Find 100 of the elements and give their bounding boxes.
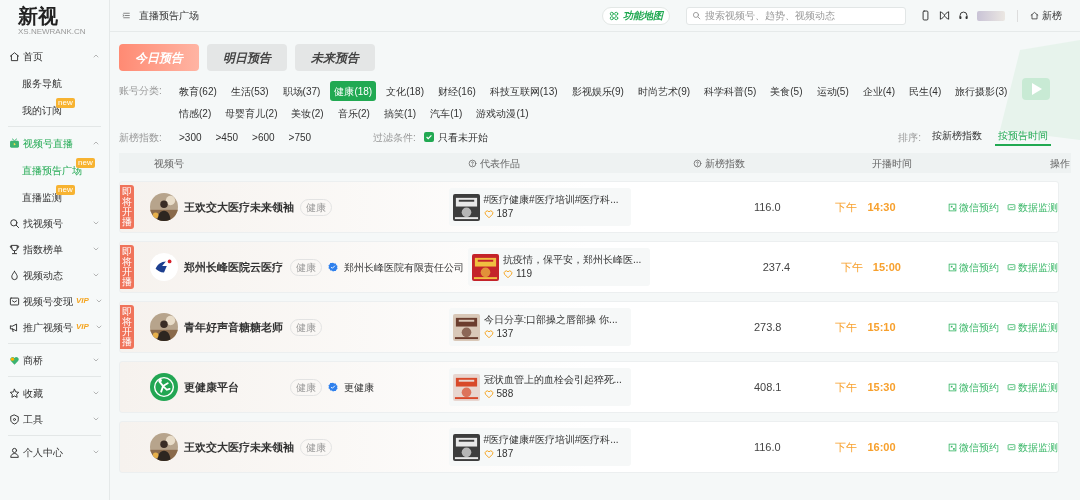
category-chip[interactable]: 科技互联网(13)	[485, 81, 562, 101]
category-chip[interactable]: 企业(4)	[858, 81, 899, 101]
chevron-down-icon	[92, 271, 100, 279]
logo-subtitle: XS.NEWRANK.CN	[18, 26, 86, 36]
category-chip[interactable]: 旅行摄影(3)	[951, 81, 1012, 101]
category-chip[interactable]: 文化(18)	[382, 81, 428, 101]
work-card[interactable]: #医疗健康#医疗培训#医疗科... 187	[448, 188, 631, 226]
chevron-down-icon	[94, 297, 103, 305]
work-card[interactable]: 今日分享:口部操之唇部操 你... 137	[448, 308, 631, 346]
chart-icon	[1007, 262, 1016, 272]
avatar-image	[977, 10, 1005, 21]
sidebar-item[interactable]: 推广视频号 VIP	[8, 314, 101, 340]
category-chip[interactable]: 美食(5)	[766, 81, 807, 101]
phone-icon	[920, 10, 931, 21]
heart-icon	[483, 328, 494, 339]
column-header: 视频号	[154, 156, 184, 171]
work-card[interactable]: #医疗健康#医疗培训#医疗科... 187	[448, 428, 631, 466]
category-chip[interactable]: 运动(5)	[812, 81, 853, 101]
grid-icon	[609, 10, 619, 21]
index-chip[interactable]: >450	[211, 127, 243, 147]
category-chip[interactable]: 母婴育儿(2)	[221, 103, 282, 123]
index-chip[interactable]: >300	[175, 127, 206, 147]
qr-code-icon	[948, 442, 957, 452]
index-value: 408.1	[753, 380, 782, 393]
sidebar-subitem[interactable]: 服务导航	[22, 76, 62, 91]
time-period: 下午	[835, 379, 858, 395]
category-chip[interactable]: 教育(62)	[175, 81, 221, 101]
checkbox[interactable]	[423, 132, 434, 142]
house-icon	[9, 50, 20, 62]
sidebar-item[interactable]: 视频动态	[8, 262, 101, 288]
verified-icon	[328, 382, 338, 392]
heart-icon	[503, 268, 513, 279]
category-chip[interactable]: 汽车(1)	[426, 103, 467, 123]
start-time: 15:30	[867, 379, 896, 395]
index-value: 237.4	[762, 260, 791, 273]
work-card[interactable]: 抗疫情，保平安，郑州长峰医... 119	[468, 248, 650, 286]
category-chip[interactable]: 财经(16)	[434, 81, 480, 101]
chevron-down-icon	[92, 448, 100, 456]
work-title: 抗疫情，保平安，郑州长峰医...	[503, 253, 642, 266]
checkbox-label: 只看未开始	[437, 130, 488, 145]
sidebar-item[interactable]: 视频号变现 VIP	[8, 288, 101, 314]
category-chip[interactable]: 情感(2)	[175, 103, 216, 123]
category-chip[interactable]: 生活(53)	[226, 81, 273, 101]
status-badge: 即将开播	[120, 245, 134, 289]
chevron-up-icon	[92, 52, 100, 60]
megaphone-icon	[9, 321, 20, 333]
vip-label: VIP	[76, 321, 89, 333]
category-chip[interactable]: 美妆(2)	[287, 103, 328, 123]
tab[interactable]: 未来预告	[295, 44, 375, 71]
category-chip[interactable]: 搞笑(1)	[379, 103, 421, 123]
help-icon	[693, 158, 702, 168]
breadcrumb: 直播预告广场	[139, 9, 199, 23]
like-count: 119	[516, 267, 532, 281]
category-chip[interactable]: 职场(37)	[278, 81, 325, 101]
category-chip[interactable]: 影视娱乐(9)	[567, 81, 628, 101]
time-period: 下午	[835, 199, 858, 215]
trophy-icon	[9, 243, 20, 255]
sidebar-item[interactable]: 工具	[8, 406, 101, 432]
sidebar-item[interactable]: 指数榜单	[8, 236, 101, 262]
chart-icon	[1007, 322, 1016, 332]
hospital-logo-icon	[150, 253, 178, 281]
column-header: 新榜指数	[705, 156, 745, 171]
category-chip[interactable]: 科学科普(5)	[700, 81, 761, 101]
index-chip[interactable]: >600	[248, 127, 279, 147]
sidebar-item[interactable]: 个人中心	[8, 439, 101, 465]
home-link[interactable]: 新榜	[1030, 8, 1068, 23]
like-count: 187	[496, 207, 514, 221]
chevron-down-icon	[92, 356, 100, 364]
work-title: 冠状血管上的血栓会引起猝死...	[483, 373, 622, 386]
index-value: 116.0	[753, 200, 781, 213]
category-chip[interactable]: 时尚艺术(9)	[633, 81, 695, 101]
user-icon	[9, 446, 20, 458]
chevron-down-icon	[92, 219, 100, 227]
chevron-down-icon	[92, 415, 100, 423]
new-badge: new	[56, 185, 75, 195]
qr-code-icon	[948, 382, 957, 392]
index-value: 273.8	[753, 320, 782, 333]
help-icon	[468, 158, 477, 168]
sidebar-item[interactable]: 首页	[8, 43, 101, 69]
index-chip[interactable]: >750	[284, 127, 316, 147]
account-name: 青年好声音糖糖老师	[184, 319, 283, 335]
chevron-down-icon	[94, 323, 103, 331]
like-count: 187	[496, 447, 514, 461]
sort-option[interactable]: 按新榜指数	[929, 128, 985, 146]
sidebar-item[interactable]: 商桥	[8, 347, 101, 373]
star-icon	[9, 387, 20, 399]
like-count: 137	[496, 327, 514, 341]
start-time: 14:30	[867, 199, 896, 215]
category-chip[interactable]: 游戏动漫(1)	[472, 103, 533, 123]
search-field[interactable]: 搜索视频号、趋势、视频动态	[686, 6, 906, 25]
category-chip[interactable]: 音乐(2)	[333, 103, 374, 123]
tv-icon	[9, 137, 20, 149]
tab[interactable]: 明日预告	[207, 44, 287, 71]
sidebar-item[interactable]: 找视频号	[8, 210, 101, 236]
new-badge: new	[76, 158, 95, 168]
sidebar-item[interactable]: 收藏	[8, 380, 101, 406]
category-chip[interactable]: 民生(4)	[905, 81, 946, 101]
work-card[interactable]: 冠状血管上的血栓会引起猝死... 588	[448, 368, 631, 406]
account-name: 更健康平台	[184, 379, 239, 395]
work-title: 今日分享:口部操之唇部操 你...	[483, 313, 618, 326]
